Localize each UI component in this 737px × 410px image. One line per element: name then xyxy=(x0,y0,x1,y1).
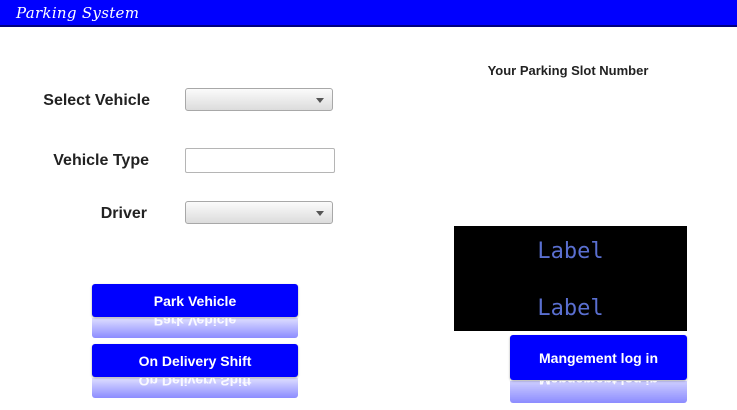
select-vehicle-label: Select Vehicle xyxy=(43,92,150,109)
window-title: Parking System xyxy=(16,4,140,22)
on-delivery-shift-reflection-text: On Delivery Shift xyxy=(92,378,298,398)
chevron-down-icon xyxy=(316,211,324,216)
select-vehicle-dropdown[interactable] xyxy=(185,88,333,111)
slot-label-1: Label xyxy=(537,239,604,264)
slot-number-display: Label Label xyxy=(454,226,687,331)
on-delivery-shift-reflection: On Delivery Shift xyxy=(92,378,298,398)
management-login-reflection: Mangement log in xyxy=(510,381,687,403)
slot-label-2: Label xyxy=(537,296,604,321)
driver-label: Driver xyxy=(100,205,147,222)
chevron-down-icon xyxy=(316,98,324,103)
parking-slot-title: Your Parking Slot Number xyxy=(487,63,649,78)
park-vehicle-reflection: Park Vehicle xyxy=(92,318,298,338)
management-login-reflection-text: Mangement log in xyxy=(510,381,687,403)
title-bar: Parking System xyxy=(0,0,737,27)
park-vehicle-button[interactable]: Park Vehicle xyxy=(92,284,298,317)
park-vehicle-reflection-text: Park Vehicle xyxy=(92,318,298,338)
driver-dropdown[interactable] xyxy=(185,201,333,224)
on-delivery-shift-button[interactable]: On Delivery Shift xyxy=(92,344,298,377)
vehicle-type-field[interactable] xyxy=(185,148,335,173)
vehicle-type-label: Vehicle Type xyxy=(53,152,149,169)
management-login-button[interactable]: Mangement log in xyxy=(510,335,687,380)
